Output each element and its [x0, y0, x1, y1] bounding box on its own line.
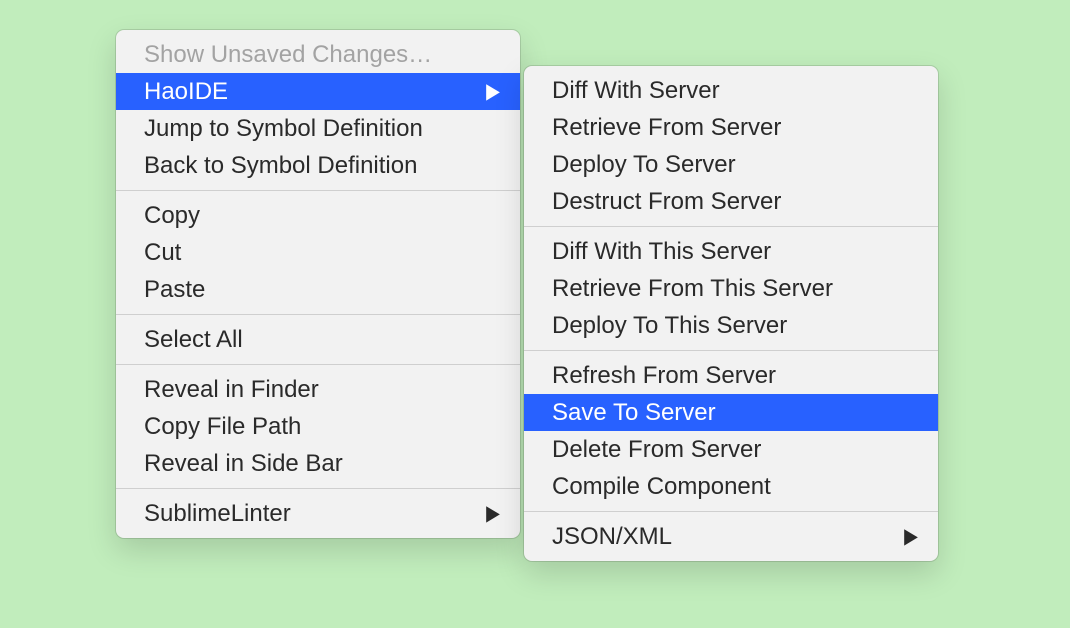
menu-item-label: SublimeLinter [144, 500, 291, 528]
menu-item-copy-file-path[interactable]: Copy File Path [116, 408, 520, 445]
context-menu-haoide: Diff With Server Retrieve From Server De… [524, 66, 938, 561]
menu-item-label: Diff With Server [552, 77, 720, 105]
chevron-right-icon: ▶ [904, 524, 918, 549]
menu-item-label: Refresh From Server [552, 362, 776, 390]
menu-item-label: Copy [144, 202, 200, 230]
menu-item-destruct-from-server[interactable]: Destruct From Server [524, 183, 938, 220]
menu-separator [116, 314, 520, 315]
menu-item-label: Destruct From Server [552, 188, 781, 216]
menu-item-show-unsaved[interactable]: Show Unsaved Changes… [116, 36, 520, 73]
menu-item-label: Retrieve From This Server [552, 275, 833, 303]
menu-item-retrieve-from-this-server[interactable]: Retrieve From This Server [524, 270, 938, 307]
menu-item-label: Copy File Path [144, 413, 301, 441]
menu-item-save-to-server[interactable]: Save To Server [524, 394, 938, 431]
menu-separator [116, 364, 520, 365]
menu-item-label: HaoIDE [144, 78, 228, 106]
menu-item-select-all[interactable]: Select All [116, 321, 520, 358]
menu-item-label: Retrieve From Server [552, 114, 781, 142]
menu-item-retrieve-from-server[interactable]: Retrieve From Server [524, 109, 938, 146]
menu-item-deploy-to-this-server[interactable]: Deploy To This Server [524, 307, 938, 344]
menu-item-diff-with-server[interactable]: Diff With Server [524, 72, 938, 109]
menu-item-label: Select All [144, 326, 243, 354]
menu-item-label: Paste [144, 276, 205, 304]
menu-item-label: Delete From Server [552, 436, 761, 464]
menu-item-label: Reveal in Finder [144, 376, 319, 404]
menu-separator [116, 488, 520, 489]
menu-item-back-to-symbol[interactable]: Back to Symbol Definition [116, 147, 520, 184]
menu-item-delete-from-server[interactable]: Delete From Server [524, 431, 938, 468]
menu-item-label: Diff With This Server [552, 238, 771, 266]
menu-separator [116, 190, 520, 191]
menu-item-json-xml[interactable]: JSON/XML ▶ [524, 518, 938, 555]
menu-item-reveal-in-finder[interactable]: Reveal in Finder [116, 371, 520, 408]
menu-item-haoide[interactable]: HaoIDE ▶ [116, 73, 520, 110]
menu-item-label: Show Unsaved Changes… [144, 41, 432, 69]
menu-item-paste[interactable]: Paste [116, 271, 520, 308]
menu-separator [524, 350, 938, 351]
menu-item-label: JSON/XML [552, 523, 672, 551]
menu-separator [524, 226, 938, 227]
menu-item-label: Compile Component [552, 473, 771, 501]
chevron-right-icon: ▶ [486, 79, 500, 104]
chevron-right-icon: ▶ [486, 501, 500, 526]
menu-item-diff-with-this-server[interactable]: Diff With This Server [524, 233, 938, 270]
menu-item-label: Save To Server [552, 399, 716, 427]
menu-item-label: Deploy To This Server [552, 312, 787, 340]
menu-item-copy[interactable]: Copy [116, 197, 520, 234]
menu-item-label: Deploy To Server [552, 151, 736, 179]
menu-item-deploy-to-server[interactable]: Deploy To Server [524, 146, 938, 183]
menu-item-refresh-from-server[interactable]: Refresh From Server [524, 357, 938, 394]
menu-separator [524, 511, 938, 512]
context-menu-main: Show Unsaved Changes… HaoIDE ▶ Jump to S… [116, 30, 520, 538]
menu-item-jump-to-symbol[interactable]: Jump to Symbol Definition [116, 110, 520, 147]
menu-item-sublimelinter[interactable]: SublimeLinter ▶ [116, 495, 520, 532]
menu-item-label: Reveal in Side Bar [144, 450, 343, 478]
menu-item-label: Back to Symbol Definition [144, 152, 417, 180]
menu-item-label: Jump to Symbol Definition [144, 115, 423, 143]
menu-item-cut[interactable]: Cut [116, 234, 520, 271]
menu-item-compile-component[interactable]: Compile Component [524, 468, 938, 505]
menu-item-reveal-in-side-bar[interactable]: Reveal in Side Bar [116, 445, 520, 482]
menu-item-label: Cut [144, 239, 181, 267]
